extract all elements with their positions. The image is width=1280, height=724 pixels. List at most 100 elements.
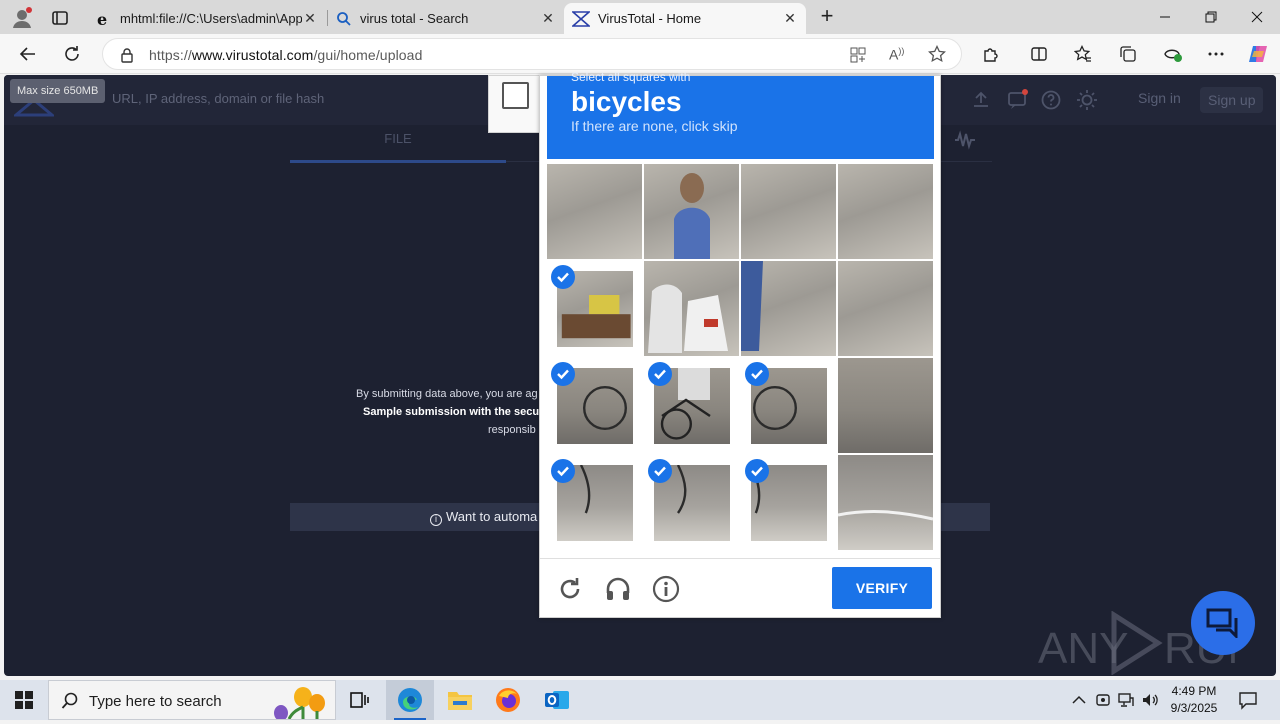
taskbar-search-box[interactable]: Type here to search <box>48 680 336 721</box>
windows-icon <box>15 691 33 709</box>
close-window-button[interactable] <box>1234 0 1280 34</box>
vt-search-input[interactable]: URL, IP address, domain or file hash <box>112 91 324 106</box>
favorite-star-icon[interactable] <box>928 44 946 63</box>
chat-widget-button[interactable] <box>1191 591 1255 655</box>
captcha-tile[interactable] <box>644 164 739 259</box>
help-icon[interactable] <box>1040 89 1062 111</box>
tile-selected-check-icon <box>551 362 575 386</box>
volume-icon[interactable] <box>1141 691 1159 709</box>
task-view-button[interactable] <box>336 680 384 720</box>
captcha-tile[interactable] <box>741 455 836 550</box>
captcha-tile[interactable] <box>838 261 933 356</box>
captcha-tile[interactable] <box>547 261 642 356</box>
taskbar-outlook[interactable] <box>533 680 581 720</box>
waveform-icon[interactable] <box>954 130 976 150</box>
terms-text: By submitting data above, you are ag <box>356 388 538 400</box>
captcha-tile-image <box>644 261 739 356</box>
tile-selected-check-icon <box>551 459 575 483</box>
ie-file-icon: e <box>96 10 112 29</box>
tile-selected-check-icon <box>648 459 672 483</box>
clock-time: 4:49 PM <box>1171 684 1217 698</box>
tile-selected-check-icon <box>648 362 672 386</box>
captcha-tile-image <box>838 164 933 259</box>
captcha-tile[interactable] <box>741 164 836 259</box>
captcha-tile[interactable] <box>741 261 836 356</box>
tile-selected-check-icon <box>551 265 575 289</box>
back-button[interactable] <box>12 38 44 70</box>
terms-bold-text: Sample submission with the secu <box>363 406 540 418</box>
refresh-button[interactable] <box>56 38 88 70</box>
start-button[interactable] <box>0 680 48 720</box>
virustotal-icon <box>570 10 592 27</box>
captcha-tile[interactable] <box>741 358 836 453</box>
captcha-tile[interactable] <box>838 358 933 453</box>
browser-toolbar: https://www.virustotal.com/gui/home/uplo… <box>0 34 1280 74</box>
captcha-tile[interactable] <box>644 455 739 550</box>
challenge-instruction: Select all squares with <box>571 70 691 84</box>
captcha-tile-image <box>741 164 836 259</box>
captcha-tile[interactable] <box>838 164 933 259</box>
collections-icon[interactable] <box>1112 38 1144 70</box>
tab-actions-icon[interactable] <box>50 8 70 28</box>
split-screen-icon[interactable] <box>1023 38 1055 70</box>
tab-title: VirusTotal - Home <box>598 11 702 26</box>
captcha-tile[interactable] <box>547 164 642 259</box>
network-icon[interactable] <box>1117 691 1135 709</box>
lock-icon[interactable] <box>119 47 135 63</box>
close-tab-icon[interactable]: ✕ <box>782 10 798 27</box>
taskbar-edge[interactable] <box>386 680 434 720</box>
tab-mhtml-file[interactable]: e mhtml:file://C:\Users\admin\AppD ✕ <box>88 3 326 34</box>
audio-challenge-icon[interactable] <box>604 575 632 603</box>
search-icon <box>336 11 352 27</box>
restore-button[interactable] <box>1188 0 1234 34</box>
recaptcha-checkbox[interactable] <box>502 82 529 109</box>
sign-in-link[interactable]: Sign in <box>1138 90 1181 106</box>
captcha-tile-image <box>838 261 933 356</box>
read-aloud-icon[interactable]: A)) <box>889 46 907 64</box>
verify-button[interactable]: VERIFY <box>832 567 932 609</box>
windows-taskbar: Type here to search 4:49 PM 9/3/2025 <box>0 680 1280 721</box>
notifications-icon[interactable] <box>1006 89 1028 111</box>
recaptcha-challenge: Select all squares with bicycles If ther… <box>539 70 941 618</box>
captcha-tile[interactable] <box>838 455 933 550</box>
captcha-tile[interactable] <box>547 455 642 550</box>
extensions-icon[interactable] <box>975 38 1007 70</box>
captcha-tile[interactable] <box>547 358 642 453</box>
copilot-icon[interactable] <box>1242 38 1274 70</box>
reload-challenge-icon[interactable] <box>556 575 584 603</box>
captcha-tile-image <box>838 358 933 453</box>
terms-text-responsibility: responsib <box>488 424 536 436</box>
taskbar-file-explorer[interactable] <box>436 680 484 720</box>
info-icon: i <box>430 514 442 526</box>
captcha-tile[interactable] <box>644 358 739 453</box>
captcha-tile[interactable] <box>644 261 739 356</box>
system-clock[interactable]: 4:49 PM 9/3/2025 <box>1164 683 1224 717</box>
show-hidden-icons[interactable] <box>1070 691 1088 709</box>
chat-icon <box>1206 608 1238 638</box>
more-options-icon[interactable] <box>1200 38 1232 70</box>
browser-essentials-icon[interactable] <box>1157 38 1189 70</box>
tab-file[interactable]: FILE <box>290 131 506 146</box>
taskbar-firefox[interactable] <box>484 680 532 720</box>
close-tab-icon[interactable]: ✕ <box>540 10 556 27</box>
browser-tab-strip: e mhtml:file://C:\Users\admin\AppD ✕ vir… <box>0 0 1280 34</box>
outlook-icon <box>545 691 569 709</box>
automate-banner-text[interactable]: i Want to automa <box>430 509 537 526</box>
close-tab-icon[interactable]: ✕ <box>302 10 318 27</box>
upload-icon[interactable] <box>970 89 992 111</box>
challenge-info-icon[interactable] <box>652 575 680 603</box>
edge-icon <box>398 688 422 712</box>
new-tab-button[interactable]: + <box>816 5 838 28</box>
favorites-icon[interactable] <box>1067 38 1099 70</box>
minimize-button[interactable] <box>1142 0 1188 34</box>
address-bar[interactable]: https://www.virustotal.com/gui/home/uplo… <box>102 38 962 70</box>
app-available-icon[interactable] <box>849 46 867 64</box>
url-text[interactable]: https://www.virustotal.com/gui/home/uplo… <box>149 47 422 63</box>
tab-virustotal-home[interactable]: VirusTotal - Home ✕ <box>564 3 806 34</box>
notification-center-icon[interactable] <box>1238 690 1258 710</box>
sign-up-button[interactable]: Sign up <box>1200 87 1264 113</box>
theme-toggle-icon[interactable] <box>1076 89 1098 111</box>
device-icon[interactable] <box>1094 691 1112 709</box>
tab-virus-total-search[interactable]: virus total - Search ✕ <box>328 3 564 34</box>
profile-icon[interactable] <box>10 6 34 30</box>
